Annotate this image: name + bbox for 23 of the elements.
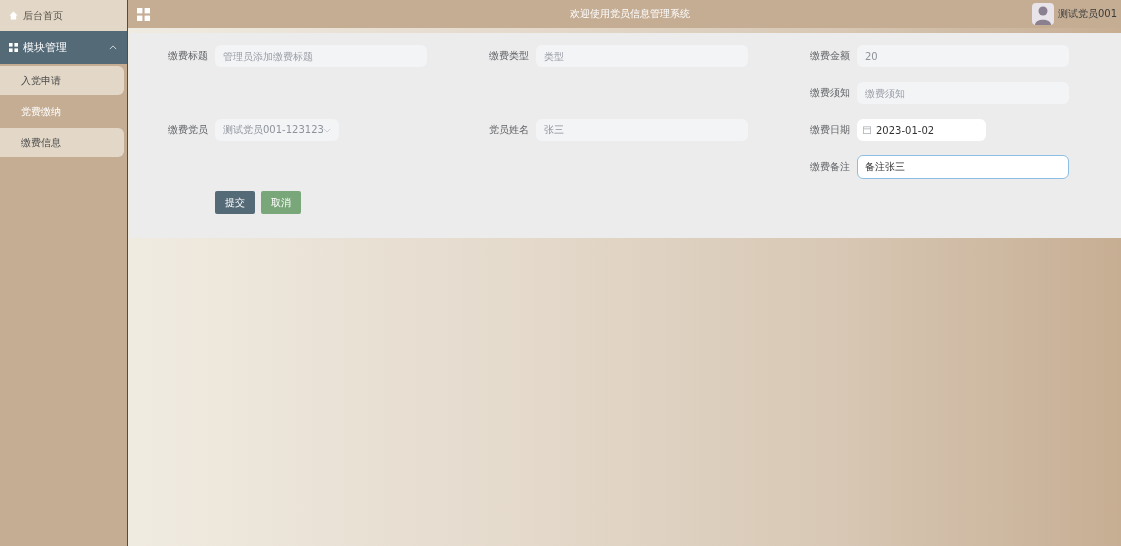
avatar-icon[interactable] bbox=[1031, 3, 1054, 25]
field-label: 缴费类型 bbox=[489, 49, 530, 63]
field-label: 缴费备注 bbox=[810, 160, 851, 174]
chevron-icon bbox=[323, 128, 331, 133]
home-menu-item[interactable]: 后台首页 bbox=[0, 0, 127, 31]
home-icon bbox=[9, 11, 18, 20]
field-label: 党员姓名 bbox=[489, 123, 530, 137]
field-label: 缴费党员 bbox=[168, 123, 209, 137]
menu-group-header[interactable]: 模块管理 bbox=[0, 31, 127, 64]
grid-icon bbox=[9, 43, 18, 52]
sidebar-item[interactable]: 入党申请 bbox=[0, 66, 124, 95]
input-field[interactable]: 2023-01-02 bbox=[857, 119, 986, 141]
field-label: 缴费标题 bbox=[168, 49, 209, 63]
header-title: 欢迎使用党员信息管理系统 bbox=[569, 7, 690, 21]
sidebar-item[interactable]: 缴费信息 bbox=[0, 128, 124, 157]
input-field[interactable]: 备注张三 bbox=[857, 155, 1069, 179]
grid-icon[interactable] bbox=[137, 7, 150, 21]
field-label: 缴费须知 bbox=[810, 86, 851, 100]
field-label: 缴费金额 bbox=[810, 49, 851, 63]
field-label: 缴费日期 bbox=[810, 123, 851, 137]
submit-button[interactable]: 提交 bbox=[215, 191, 255, 214]
calendar-icon bbox=[863, 126, 871, 134]
user-name[interactable]: 测试党员001 bbox=[1057, 7, 1117, 21]
